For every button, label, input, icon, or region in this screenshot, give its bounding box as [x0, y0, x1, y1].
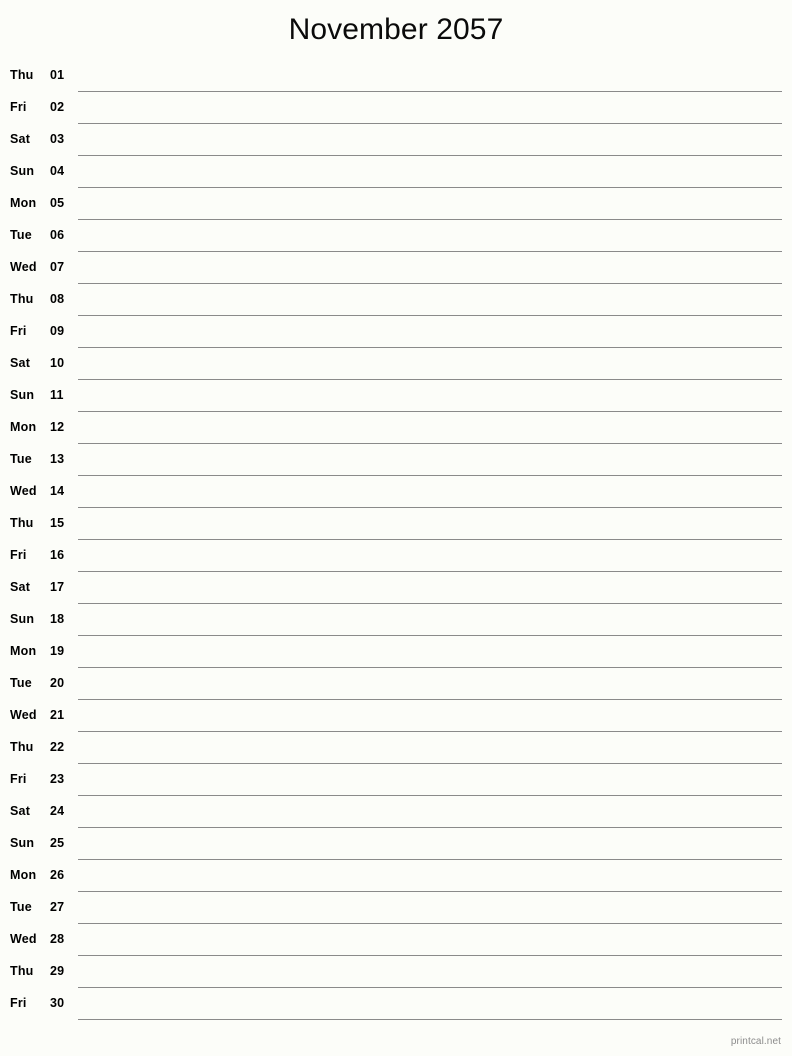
day-number-label: 17: [50, 580, 65, 594]
day-number-label: 30: [50, 996, 65, 1010]
day-weekday-label: Thu: [10, 964, 34, 978]
day-row: Sat 03: [0, 124, 792, 156]
day-row: Mon 26: [0, 860, 792, 892]
day-weekday-label: Sat: [10, 132, 31, 146]
day-row: Sun 25: [0, 828, 792, 860]
day-number-label: 04: [50, 164, 65, 178]
day-row: Wed 28: [0, 924, 792, 956]
day-row: Thu 15: [0, 508, 792, 540]
day-row: Tue 27: [0, 892, 792, 924]
day-number-label: 15: [50, 516, 65, 530]
day-row: Sat 17: [0, 572, 792, 604]
day-row: Tue 20: [0, 668, 792, 700]
day-number-label: 14: [50, 484, 65, 498]
day-number-label: 20: [50, 676, 65, 690]
day-row: Fri 30: [0, 988, 792, 1020]
day-row: Sat 10: [0, 348, 792, 380]
day-row: Thu 22: [0, 732, 792, 764]
day-number-label: 24: [50, 804, 65, 818]
day-weekday-label: Fri: [10, 100, 27, 114]
day-number-label: 22: [50, 740, 65, 754]
day-row: Thu 29: [0, 956, 792, 988]
day-weekday-label: Tue: [10, 900, 32, 914]
day-weekday-label: Sun: [10, 836, 35, 850]
footer-credit: printcal.net: [730, 1036, 781, 1047]
day-number-label: 07: [50, 260, 65, 274]
day-number-label: 23: [50, 772, 65, 786]
day-weekday-label: Tue: [10, 452, 32, 466]
day-weekday-label: Mon: [10, 420, 37, 434]
day-row: Sun 04: [0, 156, 792, 188]
day-row: Fri 09: [0, 316, 792, 348]
day-number-label: 13: [50, 452, 65, 466]
day-number-label: 27: [50, 900, 65, 914]
day-weekday-label: Wed: [10, 708, 37, 722]
day-number-label: 11: [50, 388, 64, 402]
day-weekday-label: Sat: [10, 804, 31, 818]
day-weekday-label: Sun: [10, 612, 35, 626]
day-number-label: 18: [50, 612, 65, 626]
page-title: November 2057: [288, 13, 504, 46]
day-row: Thu 08: [0, 284, 792, 316]
day-number-label: 25: [50, 836, 65, 850]
day-weekday-label: Sat: [10, 356, 31, 370]
day-number-label: 05: [50, 196, 65, 210]
day-number-label: 19: [50, 644, 65, 658]
day-weekday-label: Fri: [10, 996, 27, 1010]
day-weekday-label: Sun: [10, 388, 35, 402]
day-weekday-label: Wed: [10, 932, 37, 946]
day-number-label: 06: [50, 228, 65, 242]
day-number-label: 09: [50, 324, 65, 338]
day-weekday-label: Thu: [10, 516, 34, 530]
day-number-label: 21: [50, 708, 65, 722]
day-number-label: 03: [50, 132, 65, 146]
day-number-label: 16: [50, 548, 65, 562]
day-weekday-label: Sat: [10, 580, 31, 594]
day-weekday-label: Wed: [10, 260, 37, 274]
day-number-label: 02: [50, 100, 65, 114]
day-weekday-label: Fri: [10, 772, 27, 786]
day-row: Mon 19: [0, 636, 792, 668]
day-weekday-label: Tue: [10, 228, 32, 242]
day-row: Tue 06: [0, 220, 792, 252]
day-weekday-label: Thu: [10, 292, 34, 306]
day-weekday-label: Wed: [10, 484, 37, 498]
day-row: Fri 16: [0, 540, 792, 572]
day-row: Mon 05: [0, 188, 792, 220]
day-number-label: 29: [50, 964, 65, 978]
calendar-page: November 2057 Thu 01 Fri 02 Sat 03 Sun 04 Mon 05 T…: [0, 0, 792, 1056]
day-row: Fri 23: [0, 764, 792, 796]
day-weekday-label: Fri: [10, 548, 27, 562]
day-weekday-label: Thu: [10, 68, 34, 82]
day-weekday-label: Thu: [10, 740, 34, 754]
day-row: Sat 24: [0, 796, 792, 828]
day-row: Fri 02: [0, 92, 792, 124]
day-weekday-label: Fri: [10, 324, 27, 338]
day-weekday-label: Sun: [10, 164, 35, 178]
day-row: Sun 18: [0, 604, 792, 636]
day-row: Sun 11: [0, 380, 792, 412]
day-row-list: Thu 01 Fri 02 Sat 03 Sun 04 Mon 05 Tue 06 Wed 07 Thu 08…: [0, 60, 792, 1020]
day-weekday-label: Tue: [10, 676, 32, 690]
day-row: Tue 13: [0, 444, 792, 476]
day-row: Thu 01: [0, 60, 792, 92]
day-number-label: 12: [50, 420, 65, 434]
day-number-label: 26: [50, 868, 65, 882]
day-weekday-label: Mon: [10, 868, 37, 882]
day-weekday-label: Mon: [10, 644, 37, 658]
day-number-label: 28: [50, 932, 65, 946]
day-row: Wed 07: [0, 252, 792, 284]
day-row: Wed 21: [0, 700, 792, 732]
day-row: Mon 12: [0, 412, 792, 444]
day-row: Wed 14: [0, 476, 792, 508]
day-number-label: 01: [50, 68, 65, 82]
day-weekday-label: Mon: [10, 196, 37, 210]
day-number-label: 10: [50, 356, 65, 370]
day-number-label: 08: [50, 292, 65, 306]
day-writing-line[interactable]: [78, 1019, 782, 1020]
